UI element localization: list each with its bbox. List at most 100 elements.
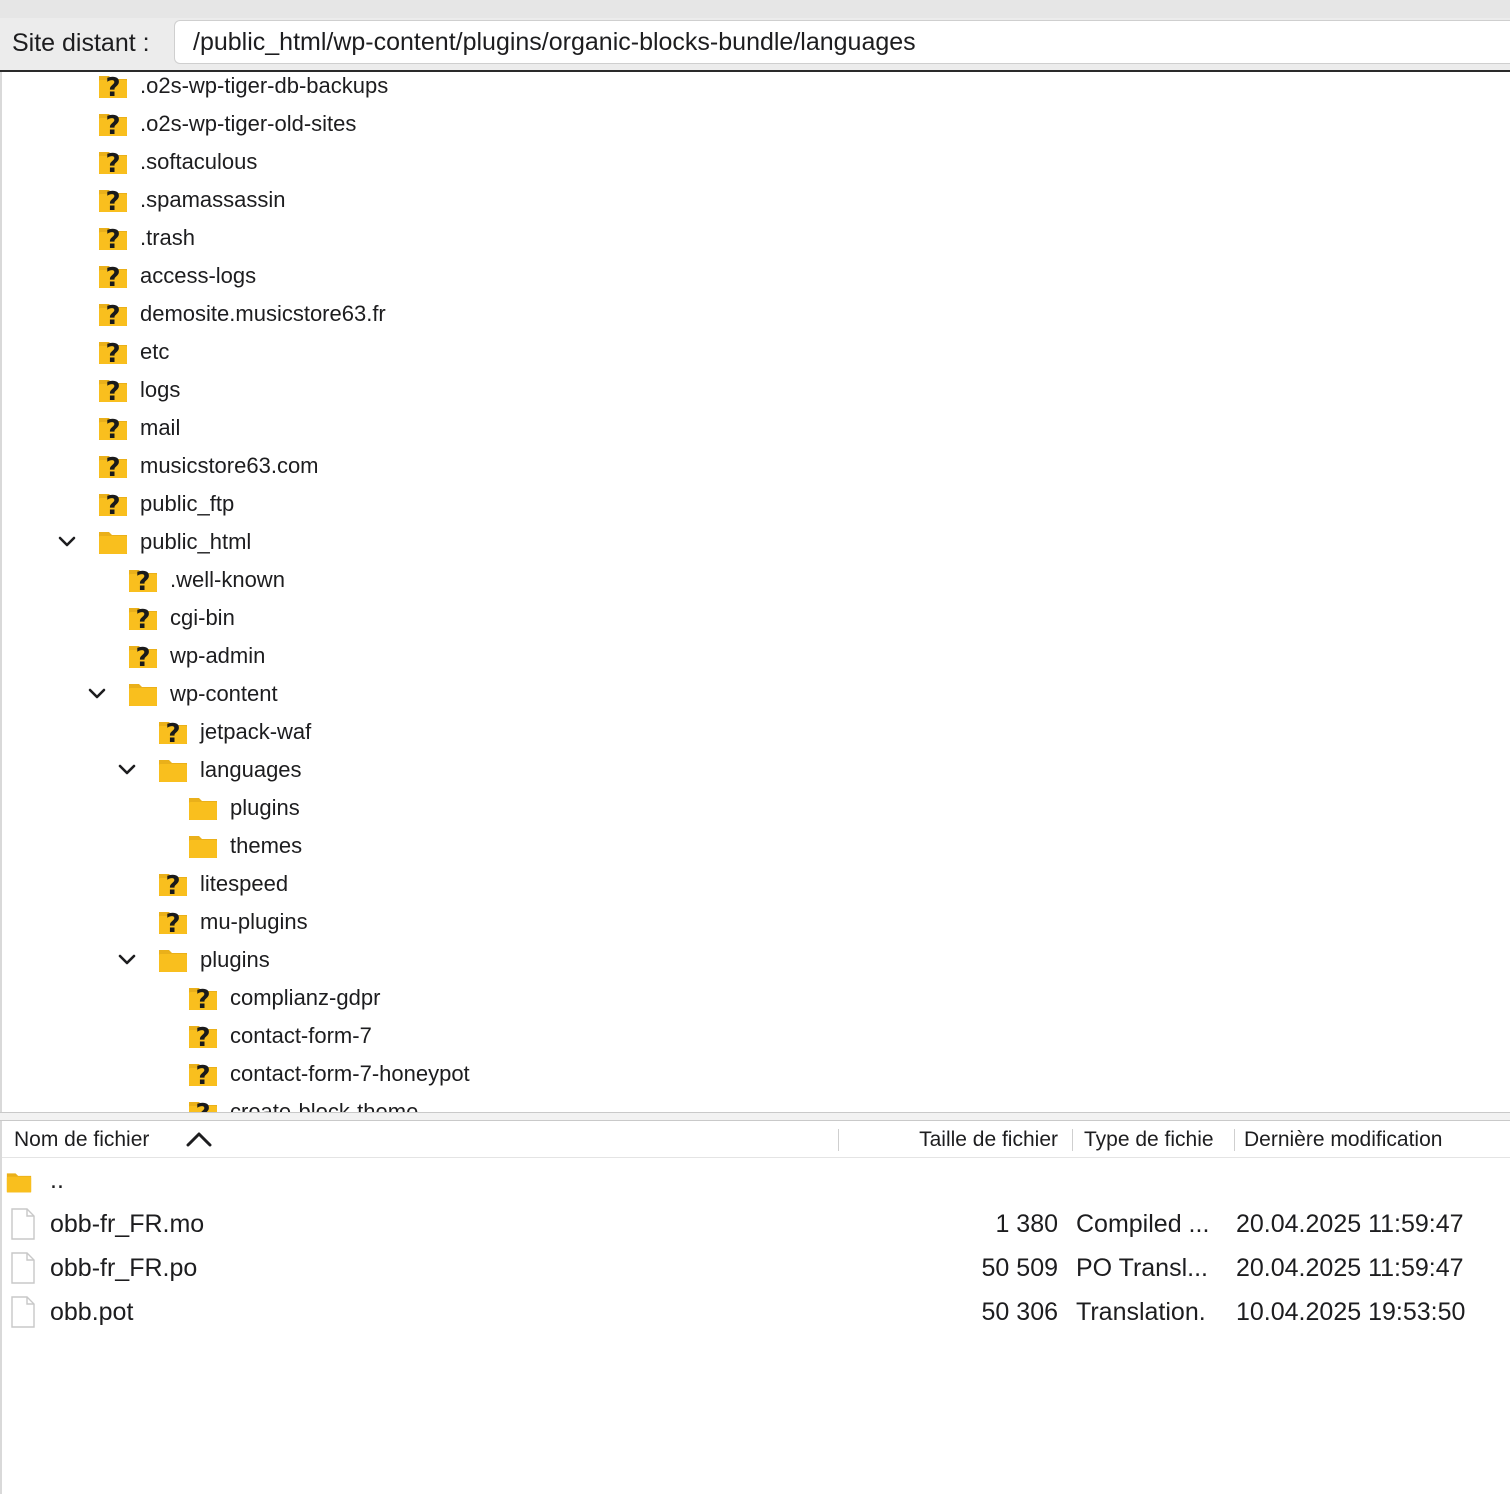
tree-item[interactable]: ? public_ftp — [2, 485, 1510, 523]
file-list-header: Nom de fichier Taille de fichier Type de… — [2, 1121, 1510, 1158]
tree-item[interactable]: ? demosite.musicstore63.fr — [2, 295, 1510, 333]
svg-text:?: ? — [105, 149, 120, 177]
chevron-down-icon[interactable] — [114, 751, 138, 789]
chevron-down-icon[interactable] — [54, 523, 78, 561]
remote-path-input[interactable]: /public_html/wp-content/plugins/organic-… — [174, 20, 1510, 64]
file-name: .. — [50, 1166, 64, 1194]
chevron-down-icon[interactable] — [114, 941, 138, 979]
unknown-folder-icon: ? — [159, 871, 187, 899]
file-modified — [1236, 1158, 1508, 1202]
chevron-down-icon[interactable] — [84, 675, 108, 713]
file-name: obb-fr_FR.po — [50, 1254, 198, 1282]
tree-item-label: plugins — [230, 795, 300, 820]
tree-item[interactable]: ? mail — [2, 409, 1510, 447]
file-name: obb-fr_FR.mo — [50, 1210, 205, 1238]
unknown-folder-icon: ? — [99, 73, 127, 101]
file-type: Compiled ... — [1076, 1210, 1210, 1238]
column-separator[interactable] — [838, 1129, 839, 1151]
column-header-modified[interactable]: Dernière modification — [1244, 1121, 1510, 1157]
svg-text:?: ? — [135, 643, 150, 671]
tree-item-label: litespeed — [200, 871, 289, 896]
tree-item[interactable]: ? .trash — [2, 219, 1510, 257]
tree-item[interactable]: public_html — [2, 523, 1510, 561]
folder-icon — [6, 1173, 32, 1193]
svg-text:?: ? — [105, 73, 120, 101]
tree-item-label: demosite.musicstore63.fr — [140, 301, 386, 326]
file-row[interactable]: obb-fr_FR.po 50 509 PO Transl... 20.04.2025… — [2, 1246, 1510, 1290]
column-separator[interactable] — [1234, 1129, 1235, 1151]
svg-text:?: ? — [165, 909, 180, 937]
remote-site-bar: Site distant : /public_html/wp-content/p… — [0, 0, 1510, 72]
svg-text:?: ? — [105, 491, 120, 519]
file-list[interactable]: Nom de fichier Taille de fichier Type de… — [0, 1121, 1510, 1494]
unknown-folder-icon: ? — [189, 1023, 217, 1051]
svg-text:?: ? — [105, 301, 120, 329]
column-header-size[interactable]: Taille de fichier — [882, 1121, 1058, 1157]
unknown-folder-icon: ? — [129, 643, 157, 671]
tree-item[interactable]: ? contact-form-7 — [2, 1017, 1510, 1055]
tree-item-label: contact-form-7-honeypot — [230, 1061, 470, 1086]
svg-text:?: ? — [105, 111, 120, 139]
file-icon — [11, 1252, 35, 1284]
svg-text:?: ? — [105, 187, 120, 215]
unknown-folder-icon: ? — [159, 909, 187, 937]
column-header-name[interactable]: Nom de fichier — [14, 1121, 184, 1157]
tree-item[interactable]: ? .well-known — [2, 561, 1510, 599]
tree-item[interactable]: ? etc — [2, 333, 1510, 371]
remote-site-label: Site distant : — [12, 29, 150, 57]
tree-item-label: .o2s-wp-tiger-db-backups — [140, 73, 389, 98]
unknown-folder-icon: ? — [99, 491, 127, 519]
file-row[interactable]: .. — [2, 1158, 1510, 1202]
file-type: Translation. — [1076, 1298, 1206, 1326]
tree-item[interactable]: ? .spamassassin — [2, 181, 1510, 219]
tree-item[interactable]: themes — [2, 827, 1510, 865]
unknown-folder-icon: ? — [159, 719, 187, 747]
column-separator[interactable] — [1072, 1129, 1073, 1151]
unknown-folder-icon: ? — [129, 567, 157, 595]
tree-item[interactable]: ? logs — [2, 371, 1510, 409]
tree-item[interactable]: languages — [2, 751, 1510, 789]
svg-text:?: ? — [105, 225, 120, 253]
tree-item[interactable]: ? .o2s-wp-tiger-db-backups — [2, 72, 1510, 105]
tree-item[interactable]: plugins — [2, 941, 1510, 979]
tree-item-label: cgi-bin — [170, 605, 235, 630]
tree-item[interactable]: ? jetpack-waf — [2, 713, 1510, 751]
tree-item[interactable]: ? access-logs — [2, 257, 1510, 295]
svg-text:?: ? — [195, 1061, 210, 1089]
tree-item[interactable]: ? complianz-gdpr — [2, 979, 1510, 1017]
file-type: PO Transl... — [1076, 1254, 1208, 1282]
file-row[interactable]: obb-fr_FR.mo 1 380 Compiled ... 20.04.2025 … — [2, 1202, 1510, 1246]
tree-item[interactable]: ? create-block-theme — [2, 1093, 1510, 1112]
tree-item[interactable]: ? wp-admin — [2, 637, 1510, 675]
tree-item[interactable]: wp-content — [2, 675, 1510, 713]
file-modified: 20.04.2025 11:59:47 — [1236, 1254, 1464, 1282]
tree-item-label: plugins — [200, 947, 270, 972]
svg-text:?: ? — [135, 605, 150, 633]
tree-item[interactable]: ? .softaculous — [2, 143, 1510, 181]
tree-item[interactable]: ? .o2s-wp-tiger-old-sites — [2, 105, 1510, 143]
svg-text:?: ? — [195, 1023, 210, 1051]
file-row[interactable]: obb.pot 50 306 Translation. 10.04.2025 19:5… — [2, 1290, 1510, 1334]
directory-tree[interactable]: ? .o2s-wp-tiger-db-backups ? .o2s-wp-tiger-… — [0, 72, 1510, 1112]
column-header-type[interactable]: Type de fichie — [1084, 1121, 1232, 1157]
tree-item-label: public_html — [140, 529, 252, 554]
tree-item[interactable]: plugins — [2, 789, 1510, 827]
tree-item[interactable]: ? contact-form-7-honeypot — [2, 1055, 1510, 1093]
file-size — [882, 1158, 1058, 1202]
unknown-folder-icon: ? — [99, 339, 127, 367]
tree-item[interactable]: ? litespeed — [2, 865, 1510, 903]
tree-item-label: .trash — [140, 225, 196, 250]
unknown-folder-icon: ? — [99, 415, 127, 443]
chevron-up-icon[interactable] — [186, 1131, 212, 1147]
pane-splitter[interactable] — [0, 1112, 1510, 1121]
file-icon — [11, 1208, 35, 1240]
file-icon — [11, 1296, 35, 1328]
tree-item[interactable]: ? mu-plugins — [2, 903, 1510, 941]
tree-item[interactable]: ? cgi-bin — [2, 599, 1510, 637]
svg-text:?: ? — [165, 719, 180, 747]
file-type — [1076, 1158, 1226, 1202]
tree-item-label: access-logs — [140, 263, 257, 288]
unknown-folder-icon: ? — [99, 225, 127, 253]
tree-item[interactable]: ? musicstore63.com — [2, 447, 1510, 485]
unknown-folder-icon: ? — [189, 1099, 217, 1112]
